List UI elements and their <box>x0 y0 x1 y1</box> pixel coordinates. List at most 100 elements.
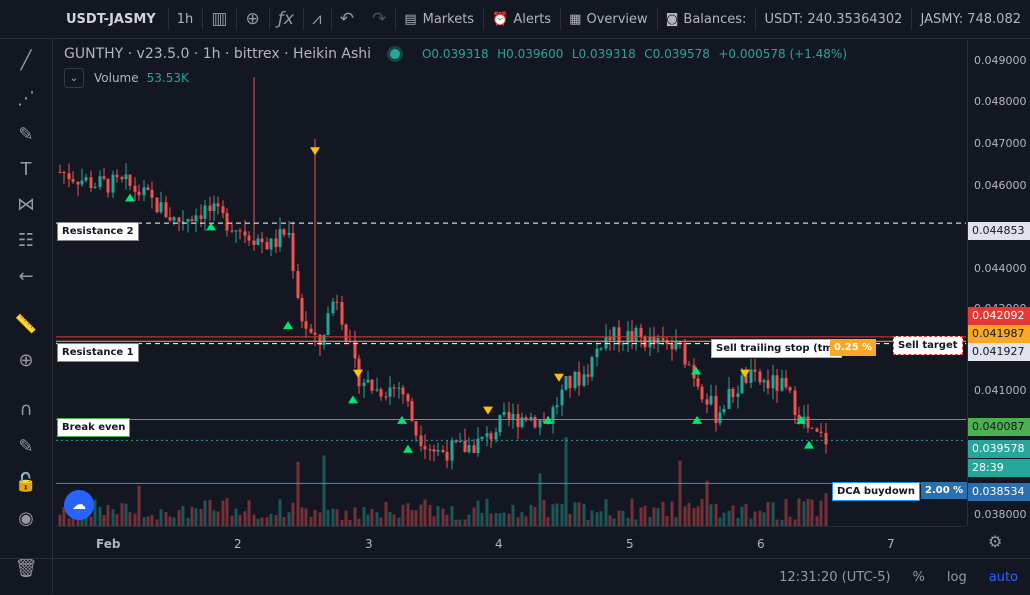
resistance-1-label[interactable]: Resistance 1 <box>57 343 139 362</box>
overview-icon: ▦ <box>569 12 581 27</box>
pattern-icon[interactable]: ⋈ <box>10 188 42 220</box>
alerts-label: Alerts <box>513 12 551 27</box>
legend-title: GUNTHY · v23.5.0 · 1h · bittrex · Heikin… <box>64 46 371 62</box>
auto-toggle[interactable]: auto <box>989 570 1018 585</box>
volume-bar <box>552 504 555 526</box>
volume-bar <box>398 518 401 526</box>
buy-marker <box>804 441 814 449</box>
sell-target-label[interactable]: Sell target <box>893 336 963 355</box>
magnet-icon[interactable]: ∩ <box>10 393 42 425</box>
candle-body <box>508 412 511 419</box>
interval-selector[interactable]: 1h <box>168 0 203 38</box>
break-even-label[interactable]: Break even <box>57 418 130 437</box>
volume-bar <box>530 505 533 526</box>
volume-bar <box>363 507 366 526</box>
volume-bar <box>517 517 520 526</box>
overview-button[interactable]: ▦Overview <box>560 0 657 38</box>
candle-body <box>125 175 128 180</box>
clock[interactable]: 12:31:20 (UTC-5) <box>779 570 890 585</box>
lock-drawings-icon[interactable]: ✎ <box>10 430 42 462</box>
candle-body <box>297 271 300 298</box>
volume-bar <box>671 501 674 526</box>
volume-bar <box>429 505 432 526</box>
candle-body <box>94 187 97 188</box>
chevron-down-icon[interactable]: ⌄ <box>64 68 84 88</box>
volume-bar <box>226 498 229 526</box>
zoom-in-icon[interactable]: ⊕ <box>10 344 42 376</box>
gear-icon[interactable]: ⚙ <box>988 532 1002 551</box>
eye-icon[interactable]: ◉ <box>10 502 42 534</box>
volume-bar <box>508 514 511 526</box>
candle-body <box>292 233 295 271</box>
candle-body <box>59 172 62 173</box>
text-tool-icon[interactable]: T <box>10 153 42 185</box>
candle-body <box>173 217 176 220</box>
candle-body <box>781 378 784 391</box>
candle-body <box>719 412 722 423</box>
ruler-icon[interactable]: 📏 <box>10 308 42 340</box>
volume-bar <box>675 517 678 526</box>
templates-icon[interactable]: ⩘ <box>303 0 331 38</box>
last-price: 0.039578 <box>968 440 1030 458</box>
volume-bar <box>129 512 132 526</box>
sell-trailing-label[interactable]: Sell trailing stop (tm) <box>711 339 842 358</box>
legend-change: +0.000578 (+1.48%) <box>718 47 847 61</box>
volume-bar <box>380 518 383 526</box>
candle-body <box>495 432 498 439</box>
volume-bar <box>759 511 762 526</box>
bottom-bar: 12:31:20 (UTC-5) % log auto <box>0 558 1030 595</box>
volume-bar <box>446 515 449 526</box>
markets-icon: ▤ <box>404 12 416 27</box>
candle-body <box>763 380 766 382</box>
volume-bar <box>750 519 753 526</box>
price-chart[interactable] <box>56 40 966 526</box>
symbol-selector[interactable]: USDT-JASMY <box>0 0 168 38</box>
candle-body <box>305 321 308 328</box>
volume-bar <box>539 473 542 526</box>
chart-type-icon[interactable]: ▥ <box>202 0 236 38</box>
time-tick: 6 <box>757 537 765 551</box>
fib-tool-icon[interactable]: ⋰ <box>10 82 42 114</box>
legend-dot-icon[interactable] <box>390 49 400 59</box>
balances-button[interactable]: ◙Balances: <box>657 0 756 38</box>
candle-body <box>407 394 410 401</box>
volume-bar <box>503 512 506 526</box>
time-scale[interactable]: Feb 2 3 4 5 6 7 <box>56 526 966 557</box>
log-toggle[interactable]: log <box>947 570 967 585</box>
volume-value: 53.53K <box>147 71 189 85</box>
candle-body <box>521 417 524 427</box>
volume-bar <box>613 518 616 526</box>
volume-bar <box>596 512 599 526</box>
undo-icon[interactable]: ↶ <box>331 0 363 38</box>
candle-body <box>213 203 216 211</box>
volume-bar <box>376 512 379 526</box>
volume-bar <box>143 517 146 526</box>
redo-icon[interactable]: ↷ <box>363 0 395 38</box>
candle-body <box>72 179 75 182</box>
candle-body <box>415 421 418 435</box>
volume-bar <box>591 511 594 526</box>
dca-buydown-pct: 2.00 % <box>921 482 967 499</box>
indicators-icon[interactable]: ƒx <box>269 0 303 38</box>
percent-toggle[interactable]: % <box>913 570 925 585</box>
trendline-icon[interactable]: ╱ <box>10 44 42 76</box>
back-arrow-icon[interactable]: ← <box>10 260 42 292</box>
resistance-2-label[interactable]: Resistance 2 <box>57 222 139 241</box>
markets-button[interactable]: ▤Markets <box>395 0 483 38</box>
volume-bar <box>314 510 317 526</box>
alerts-button[interactable]: ⏰Alerts <box>483 0 560 38</box>
volume-bar <box>424 500 427 526</box>
jasmy-balance: JASMY: 748.082 <box>912 0 1030 38</box>
candle-body <box>732 389 735 397</box>
prediction-icon[interactable]: ☷ <box>10 224 42 256</box>
dca-buydown-label[interactable]: DCA buydown <box>832 482 920 501</box>
candle-body <box>503 412 506 415</box>
brush-icon[interactable]: ✎ <box>10 118 42 150</box>
compare-icon[interactable]: ⊕ <box>237 0 269 38</box>
volume-bar <box>719 518 722 526</box>
volume-bar <box>600 511 603 526</box>
lock-icon[interactable]: 🔓 <box>10 466 42 498</box>
volume-bar <box>147 517 150 526</box>
volume-bar <box>275 515 278 526</box>
volume-bar <box>402 505 405 526</box>
